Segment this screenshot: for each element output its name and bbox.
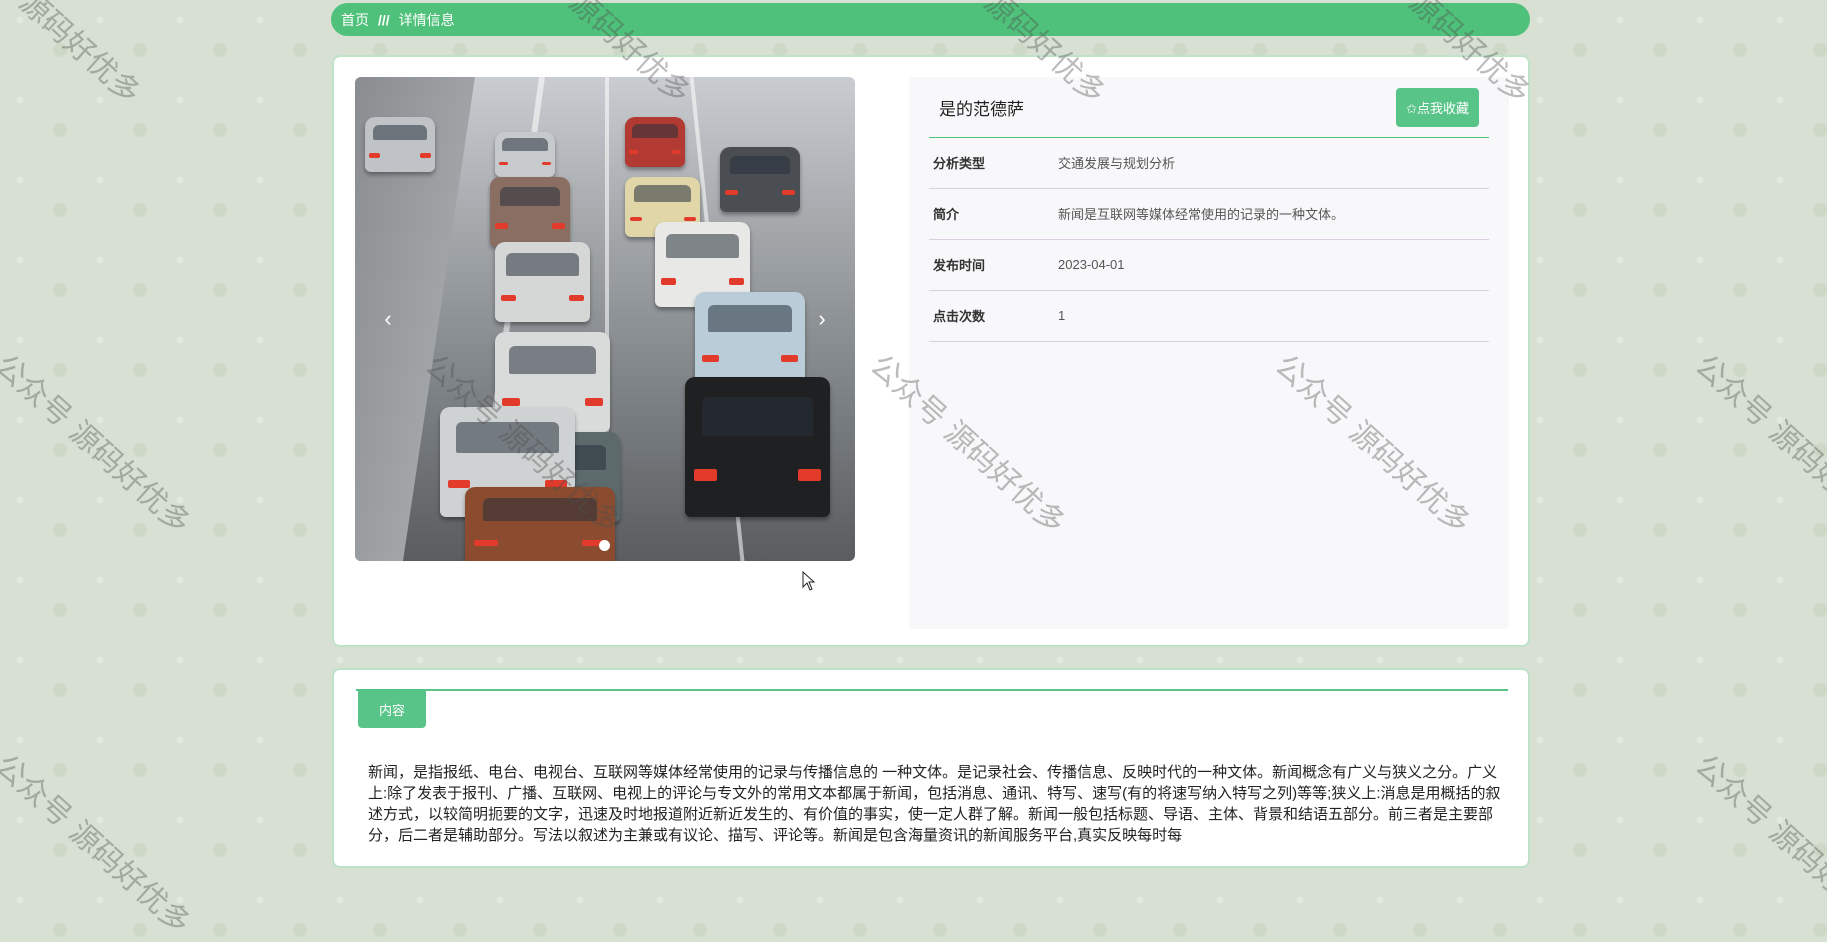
detail-header: 是的范德萨 ✩点我收藏: [929, 77, 1489, 138]
info-label: 点击次数: [933, 309, 986, 324]
carousel-indicator-dot[interactable]: [599, 540, 610, 551]
breadcrumb-home-link[interactable]: 首页: [341, 10, 369, 30]
content-body: 新闻，是指报纸、电台、电视台、互联网等媒体经常使用的记录与传播信息的 一种文体。…: [368, 764, 1501, 844]
image-carousel[interactable]: ‹ ›: [355, 77, 855, 561]
info-row-click-count: 点击次数 1: [929, 290, 1489, 342]
favorite-button[interactable]: ✩点我收藏: [1396, 87, 1479, 127]
watermark: 公众号 源码好优多: [0, 348, 197, 542]
watermark: 公众号 源码好优多: [1748, 0, 1827, 112]
info-row-type: 分析类型 交通发展与规划分析: [929, 137, 1489, 189]
info-label: 分析类型: [933, 156, 986, 171]
watermark: 公众号 源码好优多: [0, 0, 147, 112]
info-value: 新闻是互联网等媒体经常使用的记录的一种文体。: [1058, 207, 1345, 222]
info-value: 2023-04-01: [1058, 257, 1125, 272]
breadcrumb-current: 详情信息: [398, 11, 455, 28]
info-row-publish-time: 发布时间 2023-04-01: [929, 239, 1489, 291]
breadcrumb: 首页 /// 详情信息: [331, 3, 1530, 36]
info-row-summary: 简介 新闻是互联网等媒体经常使用的记录的一种文体。: [929, 188, 1489, 240]
breadcrumb-separator: ///: [378, 11, 390, 28]
content-tab-divider: [356, 689, 1508, 691]
content-panel: 内容 新闻，是指报纸、电台、电视台、互联网等媒体经常使用的记录与传播信息的 一种…: [332, 668, 1530, 868]
detail-info-card: 是的范德萨 ✩点我收藏 分析类型 交通发展与规划分析 简介 新闻是互联网等媒体经…: [909, 77, 1509, 629]
carousel-next-button[interactable]: ›: [807, 306, 837, 332]
watermark: 公众号 源码好优多: [1687, 348, 1827, 542]
detail-panel: ‹ › 是的范德萨 ✩点我收藏 分析类型 交通发展与规划分析 简介 新闻是互联网…: [332, 55, 1530, 647]
info-value: 交通发展与规划分析: [1058, 156, 1176, 171]
tab-content[interactable]: 内容: [358, 690, 426, 728]
info-label: 简介: [933, 207, 960, 222]
mouse-cursor-icon: [802, 571, 816, 591]
watermark: 公众号 源码好优多: [0, 748, 197, 942]
info-value: 1: [1058, 308, 1066, 323]
carousel-prev-button[interactable]: ‹: [373, 306, 403, 332]
info-label: 发布时间: [933, 258, 986, 273]
page-title: 是的范德萨: [939, 99, 1024, 119]
watermark: 公众号 源码好优多: [1687, 748, 1827, 942]
